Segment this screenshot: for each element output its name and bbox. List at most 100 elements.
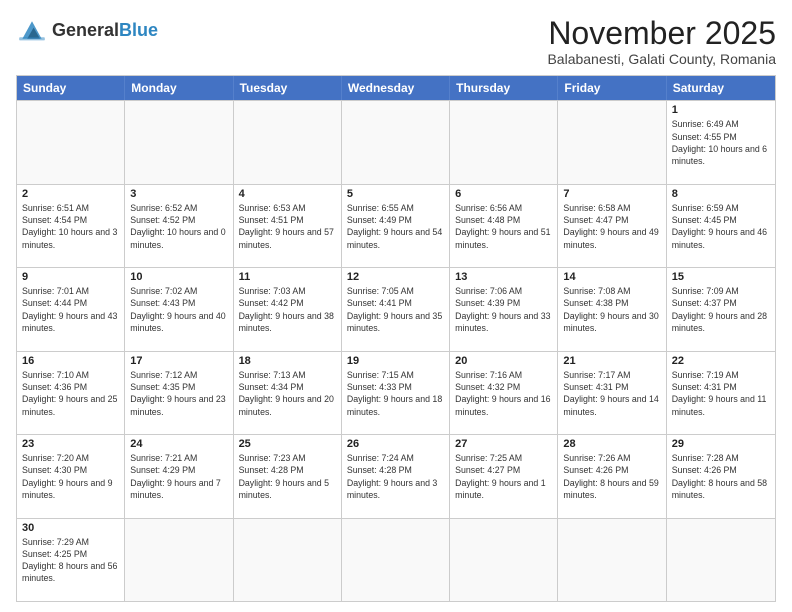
day-info: Sunrise: 7:02 AM Sunset: 4:43 PM Dayligh… [130, 285, 227, 334]
calendar-row-2: 9 Sunrise: 7:01 AM Sunset: 4:44 PM Daylig… [17, 267, 775, 350]
day-cell-empty [342, 101, 450, 183]
day-number: 3 [130, 188, 227, 200]
day-number: 18 [239, 355, 336, 367]
day-number: 8 [672, 188, 770, 200]
calendar: SundayMondayTuesdayWednesdayThursdayFrid… [16, 75, 776, 602]
day-info: Sunrise: 6:58 AM Sunset: 4:47 PM Dayligh… [563, 202, 660, 251]
header-day-sunday: Sunday [17, 76, 125, 100]
day-cell-1: 1 Sunrise: 6:49 AM Sunset: 4:55 PM Daylig… [667, 101, 775, 183]
day-cell-empty [450, 519, 558, 601]
day-number: 13 [455, 271, 552, 283]
day-info: Sunrise: 6:59 AM Sunset: 4:45 PM Dayligh… [672, 202, 770, 251]
day-info: Sunrise: 6:56 AM Sunset: 4:48 PM Dayligh… [455, 202, 552, 251]
day-cell-14: 14 Sunrise: 7:08 AM Sunset: 4:38 PM Dayli… [558, 268, 666, 350]
calendar-row-3: 16 Sunrise: 7:10 AM Sunset: 4:36 PM Dayli… [17, 351, 775, 434]
day-cell-3: 3 Sunrise: 6:52 AM Sunset: 4:52 PM Daylig… [125, 185, 233, 267]
day-number: 12 [347, 271, 444, 283]
day-cell-7: 7 Sunrise: 6:58 AM Sunset: 4:47 PM Daylig… [558, 185, 666, 267]
day-cell-24: 24Sunrise: 7:21 AM Sunset: 4:29 PM Dayli… [125, 435, 233, 517]
day-cell-8: 8 Sunrise: 6:59 AM Sunset: 4:45 PM Daylig… [667, 185, 775, 267]
day-number: 11 [239, 271, 336, 283]
day-info: Sunrise: 6:52 AM Sunset: 4:52 PM Dayligh… [130, 202, 227, 251]
calendar-body: 1 Sunrise: 6:49 AM Sunset: 4:55 PM Daylig… [17, 100, 775, 601]
day-info: Sunrise: 7:06 AM Sunset: 4:39 PM Dayligh… [455, 285, 552, 334]
day-info: Sunrise: 6:53 AM Sunset: 4:51 PM Dayligh… [239, 202, 336, 251]
day-number: 24 [130, 438, 227, 450]
day-cell-30: 30Sunrise: 7:29 AM Sunset: 4:25 PM Dayli… [17, 519, 125, 601]
day-number: 10 [130, 271, 227, 283]
header-day-wednesday: Wednesday [342, 76, 450, 100]
day-cell-18: 18 Sunrise: 7:13 AM Sunset: 4:34 PM Dayli… [234, 352, 342, 434]
day-cell-11: 11 Sunrise: 7:03 AM Sunset: 4:42 PM Dayli… [234, 268, 342, 350]
day-cell-28: 28Sunrise: 7:26 AM Sunset: 4:26 PM Dayli… [558, 435, 666, 517]
day-cell-12: 12 Sunrise: 7:05 AM Sunset: 4:41 PM Dayli… [342, 268, 450, 350]
day-number: 4 [239, 188, 336, 200]
day-info: Sunrise: 7:05 AM Sunset: 4:41 PM Dayligh… [347, 285, 444, 334]
day-info: Sunrise: 7:01 AM Sunset: 4:44 PM Dayligh… [22, 285, 119, 334]
day-cell-13: 13 Sunrise: 7:06 AM Sunset: 4:39 PM Dayli… [450, 268, 558, 350]
day-cell-empty [125, 519, 233, 601]
title-block: November 2025 Balabanesti, Galati County… [547, 16, 776, 67]
day-info: Sunrise: 7:10 AM Sunset: 4:36 PM Dayligh… [22, 369, 119, 418]
day-info: Sunrise: 7:26 AM Sunset: 4:26 PM Dayligh… [563, 452, 660, 501]
calendar-row-5: 30Sunrise: 7:29 AM Sunset: 4:25 PM Dayli… [17, 518, 775, 601]
day-number: 25 [239, 438, 336, 450]
day-cell-17: 17Sunrise: 7:12 AM Sunset: 4:35 PM Dayli… [125, 352, 233, 434]
day-number: 22 [672, 355, 770, 367]
day-cell-15: 15Sunrise: 7:09 AM Sunset: 4:37 PM Dayli… [667, 268, 775, 350]
day-number: 16 [22, 355, 119, 367]
day-number: 20 [455, 355, 552, 367]
day-number: 29 [672, 438, 770, 450]
day-info: Sunrise: 7:20 AM Sunset: 4:30 PM Dayligh… [22, 452, 119, 501]
day-info: Sunrise: 7:12 AM Sunset: 4:35 PM Dayligh… [130, 369, 227, 418]
calendar-row-1: 2 Sunrise: 6:51 AM Sunset: 4:54 PM Daylig… [17, 184, 775, 267]
day-number: 2 [22, 188, 119, 200]
day-number: 7 [563, 188, 660, 200]
day-number: 30 [22, 522, 119, 534]
day-cell-empty [125, 101, 233, 183]
header-day-monday: Monday [125, 76, 233, 100]
day-cell-empty [234, 519, 342, 601]
header-day-saturday: Saturday [667, 76, 775, 100]
day-info: Sunrise: 7:08 AM Sunset: 4:38 PM Dayligh… [563, 285, 660, 334]
day-info: Sunrise: 7:23 AM Sunset: 4:28 PM Dayligh… [239, 452, 336, 501]
day-info: Sunrise: 7:13 AM Sunset: 4:34 PM Dayligh… [239, 369, 336, 418]
day-info: Sunrise: 7:03 AM Sunset: 4:42 PM Dayligh… [239, 285, 336, 334]
day-number: 19 [347, 355, 444, 367]
day-cell-empty [450, 101, 558, 183]
day-number: 26 [347, 438, 444, 450]
month-title: November 2025 [547, 16, 776, 51]
day-info: Sunrise: 7:24 AM Sunset: 4:28 PM Dayligh… [347, 452, 444, 501]
day-number: 1 [672, 104, 770, 116]
header-day-tuesday: Tuesday [234, 76, 342, 100]
day-info: Sunrise: 7:19 AM Sunset: 4:31 PM Dayligh… [672, 369, 770, 418]
day-cell-29: 29 Sunrise: 7:28 AM Sunset: 4:26 PM Dayli… [667, 435, 775, 517]
day-number: 9 [22, 271, 119, 283]
day-cell-empty [558, 101, 666, 183]
calendar-header: SundayMondayTuesdayWednesdayThursdayFrid… [17, 76, 775, 100]
logo-icon [16, 16, 48, 44]
day-number: 23 [22, 438, 119, 450]
header-day-thursday: Thursday [450, 76, 558, 100]
day-cell-21: 21Sunrise: 7:17 AM Sunset: 4:31 PM Dayli… [558, 352, 666, 434]
day-cell-26: 26 Sunrise: 7:24 AM Sunset: 4:28 PM Dayli… [342, 435, 450, 517]
day-number: 27 [455, 438, 552, 450]
day-cell-19: 19 Sunrise: 7:15 AM Sunset: 4:33 PM Dayli… [342, 352, 450, 434]
day-info: Sunrise: 7:25 AM Sunset: 4:27 PM Dayligh… [455, 452, 552, 501]
day-info: Sunrise: 7:28 AM Sunset: 4:26 PM Dayligh… [672, 452, 770, 501]
day-number: 14 [563, 271, 660, 283]
day-cell-empty [234, 101, 342, 183]
day-info: Sunrise: 7:17 AM Sunset: 4:31 PM Dayligh… [563, 369, 660, 418]
day-cell-empty [17, 101, 125, 183]
calendar-row-4: 23 Sunrise: 7:20 AM Sunset: 4:30 PM Dayli… [17, 434, 775, 517]
day-cell-25: 25 Sunrise: 7:23 AM Sunset: 4:28 PM Dayli… [234, 435, 342, 517]
day-info: Sunrise: 6:51 AM Sunset: 4:54 PM Dayligh… [22, 202, 119, 251]
day-cell-23: 23 Sunrise: 7:20 AM Sunset: 4:30 PM Dayli… [17, 435, 125, 517]
day-cell-20: 20Sunrise: 7:16 AM Sunset: 4:32 PM Dayli… [450, 352, 558, 434]
day-number: 6 [455, 188, 552, 200]
logo: GeneralBlue [16, 16, 158, 44]
day-info: Sunrise: 7:09 AM Sunset: 4:37 PM Dayligh… [672, 285, 770, 334]
day-info: Sunrise: 7:15 AM Sunset: 4:33 PM Dayligh… [347, 369, 444, 418]
header-day-friday: Friday [558, 76, 666, 100]
day-info: Sunrise: 6:49 AM Sunset: 4:55 PM Dayligh… [672, 118, 770, 167]
